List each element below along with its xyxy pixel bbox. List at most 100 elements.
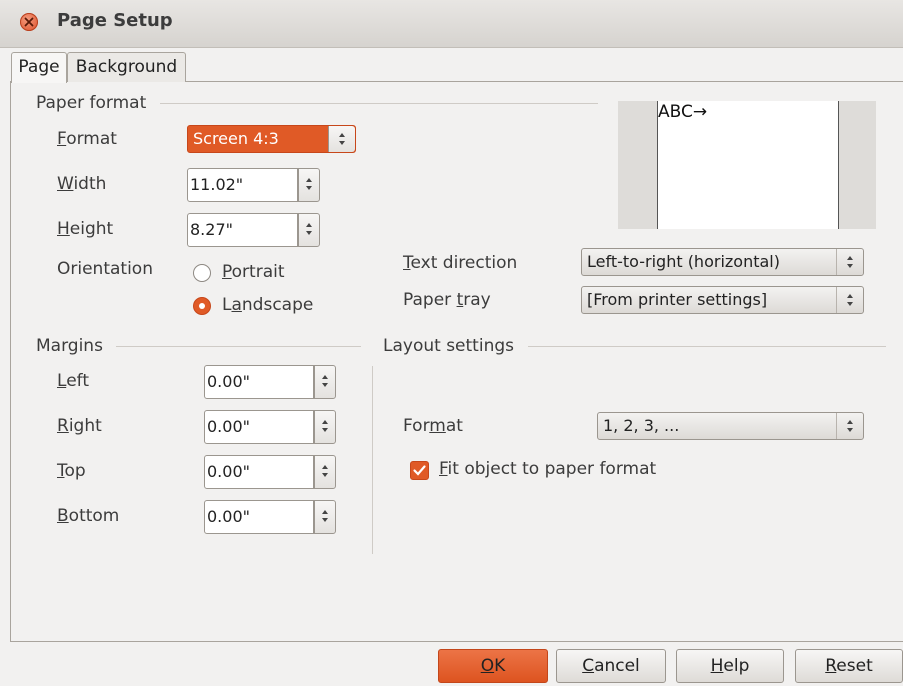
top-margin-stepper[interactable] <box>314 455 336 489</box>
fit-to-paper-label-key: F <box>439 459 448 479</box>
right-margin-label-rest: ight <box>68 416 102 436</box>
portrait-label[interactable]: Portrait <box>222 262 285 282</box>
reset-button[interactable]: Reset <box>795 649 903 683</box>
paper-tray-label: Paper tray <box>403 290 491 310</box>
numbering-format-value: 1, 2, 3, ... <box>603 416 680 435</box>
left-margin-spinbox[interactable]: 0.00" <box>204 365 337 399</box>
portrait-label-rest: ortrait <box>231 262 285 282</box>
height-label-key: H <box>57 219 70 239</box>
height-spinbox[interactable]: 8.27" <box>187 213 321 247</box>
landscape-label-rest: ndscape <box>241 295 314 315</box>
portrait-radio[interactable] <box>193 264 211 282</box>
text-direction-label: Text direction <box>403 253 517 273</box>
paper-format-select[interactable]: Screen 4:3 <box>187 125 356 153</box>
right-margin-input[interactable]: 0.00" <box>204 410 314 444</box>
tab-background[interactable]: Background <box>67 52 186 82</box>
width-stepper[interactable] <box>298 168 320 202</box>
cancel-button-rest: ancel <box>594 656 640 676</box>
left-margin-label-rest: eft <box>66 371 89 391</box>
help-button-rest: elp <box>723 656 750 676</box>
format-label-key: F <box>57 129 67 149</box>
text-direction-label-rest: ext direction <box>410 253 518 273</box>
paper-format-heading: Paper format <box>36 93 147 113</box>
reset-button-rest: eset <box>836 656 873 676</box>
layout-format-label-key: m <box>429 416 446 436</box>
width-spinbox[interactable]: 11.02" <box>187 168 321 202</box>
layout-settings-heading: Layout settings <box>383 336 514 356</box>
bottom-margin-spinbox[interactable]: 0.00" <box>204 500 337 534</box>
reset-button-key: R <box>825 656 837 676</box>
portrait-label-key: P <box>222 262 232 282</box>
preview-text: ABC→ <box>658 102 708 122</box>
help-button-key: H <box>710 656 724 676</box>
left-margin-label-key: L <box>57 371 67 391</box>
top-margin-spinbox[interactable]: 0.00" <box>204 455 337 489</box>
left-margin-input[interactable]: 0.00" <box>204 365 314 399</box>
left-margin-stepper[interactable] <box>314 365 336 399</box>
landscape-radio[interactable] <box>193 297 211 315</box>
paper-tray-label-rest: ray <box>463 290 491 310</box>
orientation-label: Orientation <box>57 259 153 279</box>
layout-format-label: Format <box>403 416 463 436</box>
format-label: Format <box>57 129 117 149</box>
height-input[interactable]: 8.27" <box>187 213 298 247</box>
cancel-button-key: C <box>582 656 595 676</box>
paper-tray-select[interactable]: [From printer settings] <box>581 286 864 314</box>
combo-arrows-icon <box>836 413 863 439</box>
fit-to-paper-label-rest: it object to paper format <box>447 459 657 479</box>
margins-divider <box>116 346 361 347</box>
bottom-margin-input[interactable]: 0.00" <box>204 500 314 534</box>
width-label-key: W <box>57 174 74 194</box>
preview-page: ABC→ <box>657 101 839 229</box>
right-margin-label: Right <box>57 416 102 436</box>
left-margin-label: Left <box>57 371 89 391</box>
bottom-margin-label-key: B <box>57 506 69 526</box>
ok-button-rest: K <box>494 656 506 676</box>
landscape-label[interactable]: Landscape <box>222 295 313 315</box>
text-direction-select[interactable]: Left-to-right (horizontal) <box>581 248 864 276</box>
height-label: Height <box>57 219 113 239</box>
width-label: Width <box>57 174 106 194</box>
layout-settings-divider <box>528 346 886 347</box>
combo-arrows-icon <box>328 126 355 152</box>
cancel-button[interactable]: Cancel <box>556 649 666 683</box>
window-title: Page Setup <box>57 10 173 31</box>
ok-button[interactable]: OK <box>438 649 548 683</box>
top-margin-label: Top <box>57 461 86 481</box>
text-direction-label-key: T <box>403 253 411 273</box>
margins-heading: Margins <box>36 336 103 356</box>
right-margin-stepper[interactable] <box>314 410 336 444</box>
right-margin-label-key: R <box>57 416 69 436</box>
paper-format-value: Screen 4:3 <box>193 129 279 148</box>
height-label-rest: eight <box>69 219 114 239</box>
checkmark-icon <box>413 465 426 476</box>
paper-tray-value: [From printer settings] <box>587 290 768 309</box>
top-margin-label-key: T <box>57 461 65 481</box>
close-icon <box>24 17 34 27</box>
bottom-margin-stepper[interactable] <box>314 500 336 534</box>
width-label-rest: idth <box>73 174 107 194</box>
tab-page[interactable]: Page <box>11 52 67 83</box>
numbering-format-select[interactable]: 1, 2, 3, ... <box>597 412 864 440</box>
ok-button-key: O <box>480 656 495 676</box>
vertical-divider <box>372 366 373 554</box>
layout-format-label-rest: at <box>445 416 463 436</box>
fit-to-paper-label[interactable]: Fit object to paper format <box>439 459 656 479</box>
height-stepper[interactable] <box>298 213 320 247</box>
paper-format-divider <box>160 103 598 104</box>
help-button[interactable]: Help <box>676 649 784 683</box>
combo-arrows-icon <box>836 249 863 275</box>
combo-arrows-icon <box>836 287 863 313</box>
width-input[interactable]: 11.02" <box>187 168 298 202</box>
landscape-label-key: a <box>231 295 242 315</box>
layout-format-label-pre: For <box>403 416 430 436</box>
bottom-margin-label: Bottom <box>57 506 119 526</box>
format-label-rest: ormat <box>66 129 117 149</box>
close-button[interactable] <box>20 13 38 31</box>
fit-to-paper-checkbox[interactable] <box>410 461 429 480</box>
top-margin-input[interactable]: 0.00" <box>204 455 314 489</box>
bottom-margin-label-rest: ottom <box>68 506 120 526</box>
top-margin-label-rest: op <box>64 461 86 481</box>
right-margin-spinbox[interactable]: 0.00" <box>204 410 337 444</box>
paper-tray-label-pre: Paper <box>403 290 457 310</box>
